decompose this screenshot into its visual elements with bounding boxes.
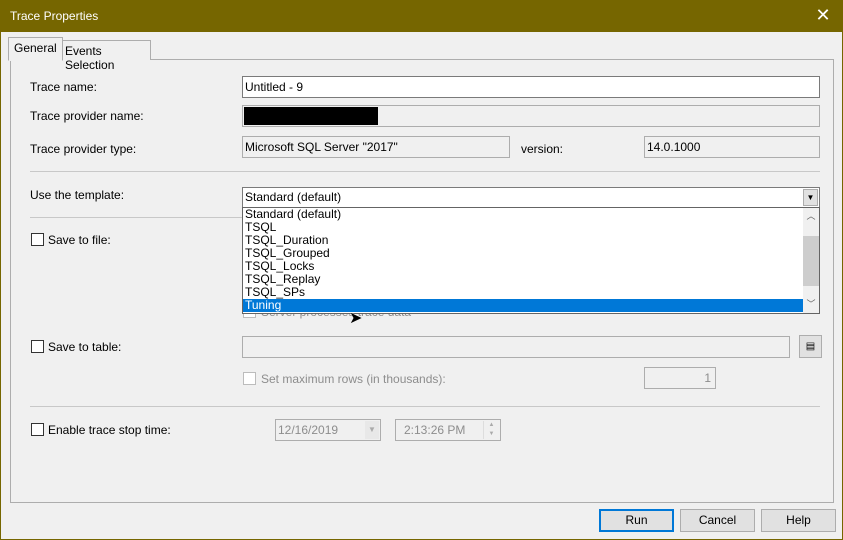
help-button[interactable]: Help	[761, 509, 836, 532]
divider	[30, 171, 820, 172]
cancel-button[interactable]: Cancel	[680, 509, 755, 532]
dropdown-scrollbar[interactable]: ︿ ﹀	[803, 208, 819, 313]
close-button[interactable]: ✕	[811, 4, 835, 28]
divider	[30, 406, 820, 407]
version-field: 14.0.1000	[644, 136, 820, 158]
table-browse-icon: ▤	[805, 341, 816, 352]
mouse-cursor-icon: ➤	[349, 310, 363, 327]
max-rows-input[interactable]: 1	[644, 367, 716, 389]
scrollbar-thumb[interactable]	[803, 236, 819, 286]
tab-general[interactable]: General	[8, 37, 63, 61]
save-to-table-checkbox[interactable]	[31, 340, 44, 353]
template-option[interactable]: TSQL_Grouped	[243, 247, 803, 260]
stop-date-picker[interactable]: 12/16/2019 ▼	[275, 419, 381, 441]
provider-name-label: Trace provider name:	[30, 109, 144, 123]
tab-label: General	[14, 41, 57, 55]
provider-name-field	[242, 105, 820, 127]
scroll-down-icon[interactable]: ﹀	[803, 296, 819, 313]
template-label: Use the template:	[30, 188, 125, 202]
template-select[interactable]: Standard (default) ▼	[242, 187, 820, 208]
tab-events-selection[interactable]: Events Selection	[59, 40, 151, 72]
template-option[interactable]: TSQL_Replay	[243, 273, 803, 286]
trace-name-label: Trace name:	[30, 80, 97, 94]
browse-table-button[interactable]: ▤	[799, 335, 822, 358]
chevron-down-icon[interactable]: ▼	[365, 421, 379, 439]
template-dropdown-list: Standard (default) TSQL TSQL_Duration TS…	[242, 207, 820, 314]
trace-name-input[interactable]: Untitled - 9	[242, 76, 820, 98]
max-rows-checkbox[interactable]	[243, 372, 256, 385]
stop-time-picker[interactable]: 2:13:26 PM ▲ ▼	[395, 419, 501, 441]
window-title: Trace Properties	[10, 9, 99, 23]
redacted-block	[244, 107, 378, 125]
enable-stop-time-checkbox[interactable]	[31, 423, 44, 436]
enable-stop-time-label: Enable trace stop time:	[48, 423, 171, 437]
title-bar: Trace Properties	[0, 0, 843, 32]
template-option-highlighted[interactable]: Tuning	[243, 299, 803, 312]
stop-time-value: 2:13:26 PM	[404, 423, 466, 437]
dialog-client: General Events Selection Trace name: Unt…	[1, 32, 842, 539]
divider	[30, 217, 242, 218]
save-to-file-label: Save to file:	[48, 233, 111, 247]
save-to-file-checkbox[interactable]	[31, 233, 44, 246]
stop-date-value: 12/16/2019	[278, 423, 339, 437]
version-label: version:	[521, 142, 564, 156]
max-rows-label: Set maximum rows (in thousands):	[261, 372, 446, 386]
provider-type-label: Trace provider type:	[30, 142, 137, 156]
template-selected-value: Standard (default)	[245, 190, 342, 204]
chevron-down-icon[interactable]: ▼	[803, 189, 818, 206]
time-spinner[interactable]: ▲ ▼	[483, 421, 499, 439]
template-option[interactable]: TSQL_Locks	[243, 260, 803, 273]
table-destination-field	[242, 336, 790, 358]
save-to-table-label: Save to table:	[48, 340, 122, 354]
tab-label: Events Selection	[65, 44, 115, 72]
run-button[interactable]: Run	[599, 509, 674, 532]
provider-type-field: Microsoft SQL Server "2017"	[242, 136, 510, 158]
scroll-up-icon[interactable]: ︿	[803, 208, 819, 225]
template-option[interactable]: Standard (default)	[243, 208, 803, 221]
template-option[interactable]: TSQL_SPs	[243, 286, 803, 299]
